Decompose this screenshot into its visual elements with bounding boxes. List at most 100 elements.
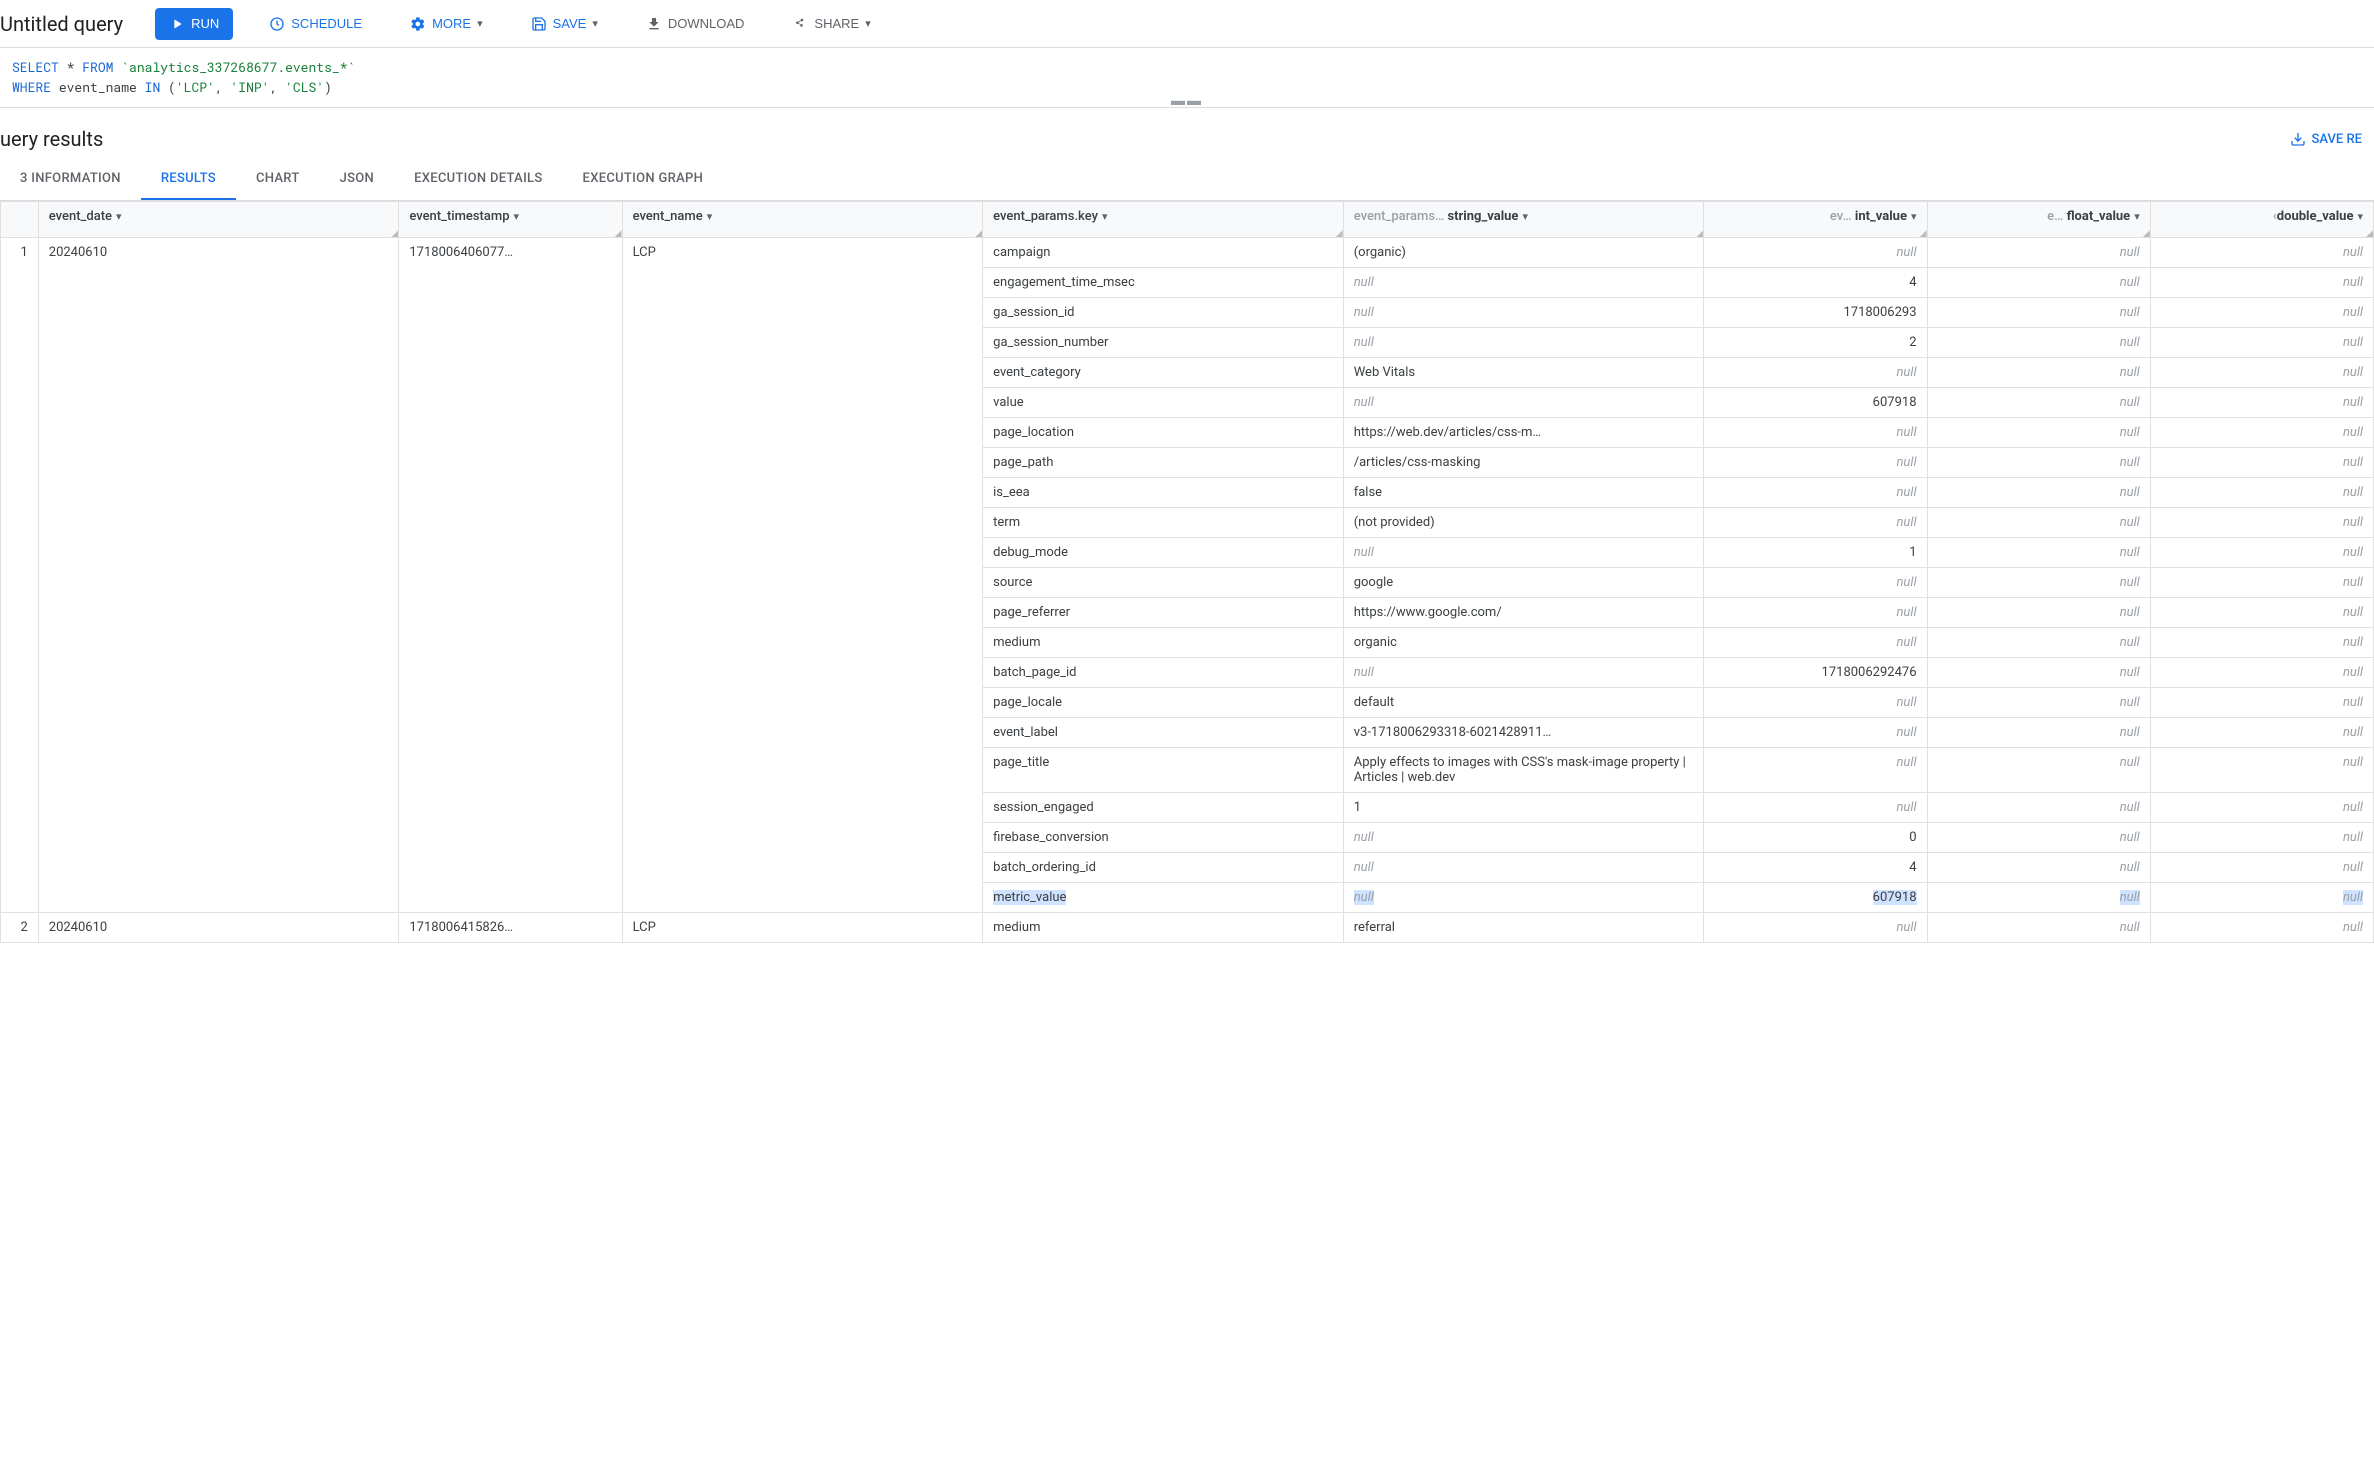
play-icon (169, 16, 185, 32)
chevron-down-icon[interactable]: ▾ (116, 210, 122, 223)
chevron-down-icon[interactable]: ▾ (514, 210, 520, 223)
cell-double-value: null (2150, 853, 2373, 883)
cell-int-value: 4 (1704, 853, 1927, 883)
resize-handle-icon[interactable]: ◢ (975, 231, 982, 237)
cell-key: engagement_time_msec (983, 268, 1344, 298)
cell-string-value: null (1343, 298, 1704, 328)
results-header: uery results SAVE RE (0, 111, 2374, 159)
cell-event-date: 20240610 (38, 913, 399, 943)
cell-double-value: null (2150, 628, 2373, 658)
cell-double-value: null (2150, 388, 2373, 418)
cell-int-value: null (1704, 418, 1927, 448)
cell-double-value: null (2150, 793, 2373, 823)
cell-float-value: null (1927, 448, 2150, 478)
cell-int-value: null (1704, 448, 1927, 478)
share-label: SHARE (814, 16, 859, 31)
col-rownum[interactable] (1, 202, 39, 238)
share-icon (792, 16, 808, 32)
tab-json[interactable]: JSON (320, 159, 394, 200)
cell-float-value: null (1927, 538, 2150, 568)
tab-chart[interactable]: CHART (236, 159, 320, 200)
cell-int-value: null (1704, 598, 1927, 628)
cell-key: ga_session_number (983, 328, 1344, 358)
cell-string-value: /articles/css-masking (1343, 448, 1704, 478)
share-button[interactable]: SHARE ▾ (780, 10, 882, 38)
resize-handle-icon[interactable]: ◢ (391, 231, 398, 237)
cell-double-value: null (2150, 658, 2373, 688)
cell-float-value: null (1927, 913, 2150, 943)
col-event-date[interactable]: event_date ▾◢ (38, 202, 399, 238)
tab-execution-details[interactable]: EXECUTION DETAILS (394, 159, 562, 200)
col-string-value[interactable]: event_params… string_value ▾◢ (1343, 202, 1704, 238)
cell-double-value: null (2150, 478, 2373, 508)
cell-float-value: null (1927, 658, 2150, 688)
cell-string-value: null (1343, 658, 1704, 688)
run-button[interactable]: RUN (155, 8, 233, 40)
query-title: Untitled query (0, 12, 123, 36)
cell-string-value: default (1343, 688, 1704, 718)
download-button[interactable]: DOWNLOAD (634, 10, 757, 38)
chevron-down-icon[interactable]: ▾ (1522, 210, 1528, 223)
cell-string-value: null (1343, 823, 1704, 853)
col-event-timestamp[interactable]: event_timestamp ▾◢ (399, 202, 622, 238)
cell-int-value: null (1704, 628, 1927, 658)
cell-double-value: null (2150, 748, 2373, 793)
cell-event-timestamp: 1718006406077… (399, 238, 622, 913)
cell-string-value: null (1343, 388, 1704, 418)
cell-float-value: null (1927, 268, 2150, 298)
more-button[interactable]: MORE ▾ (398, 10, 495, 38)
run-label: RUN (191, 16, 219, 31)
results-table: event_date ▾◢ event_timestamp ▾◢ event_n… (0, 201, 2374, 943)
chevron-down-icon[interactable]: ▾ (707, 210, 713, 223)
cell-string-value: null (1343, 268, 1704, 298)
cell-double-value: null (2150, 328, 2373, 358)
cell-int-value: 607918 (1704, 883, 1927, 913)
cell-double-value: null (2150, 538, 2373, 568)
save-results-button[interactable]: SAVE RE (2290, 131, 2362, 147)
resize-handle-icon[interactable]: ◢ (1920, 231, 1927, 237)
cell-int-value: 2 (1704, 328, 1927, 358)
cell-int-value: 1718006293 (1704, 298, 1927, 328)
resize-handle-icon[interactable]: ◢ (1336, 231, 1343, 237)
cell-key: event_label (983, 718, 1344, 748)
schedule-button[interactable]: SCHEDULE (257, 10, 374, 38)
resize-handle-icon[interactable]: ◢ (2366, 231, 2373, 237)
cell-int-value: 1 (1704, 538, 1927, 568)
col-event-params-key[interactable]: event_params.key ▾◢ (983, 202, 1344, 238)
cell-double-value: null (2150, 358, 2373, 388)
resize-handle-icon[interactable]: ◢ (1696, 231, 1703, 237)
cell-float-value: null (1927, 568, 2150, 598)
chevron-down-icon[interactable]: ▾ (2357, 210, 2363, 223)
cell-double-value: null (2150, 418, 2373, 448)
cell-float-value: null (1927, 598, 2150, 628)
cell-float-value: null (1927, 853, 2150, 883)
cell-double-value: null (2150, 448, 2373, 478)
tab-results[interactable]: RESULTS (141, 159, 236, 200)
cell-int-value: null (1704, 793, 1927, 823)
col-event-name[interactable]: event_name ▾◢ (622, 202, 983, 238)
tab-job-information[interactable]: 3 INFORMATION (0, 159, 141, 200)
cell-int-value: null (1704, 478, 1927, 508)
resize-handle-icon[interactable]: ◢ (615, 231, 622, 237)
save-button[interactable]: SAVE ▾ (519, 10, 610, 38)
tab-execution-graph[interactable]: EXECUTION GRAPH (563, 159, 724, 200)
cell-int-value: 1718006292476 (1704, 658, 1927, 688)
cell-key: page_locale (983, 688, 1344, 718)
chevron-down-icon[interactable]: ▾ (2134, 210, 2140, 223)
cell-float-value: null (1927, 628, 2150, 658)
col-double-value[interactable]: ‹double_value ▾◢ (2150, 202, 2373, 238)
chevron-down-icon[interactable]: ▾ (1102, 210, 1108, 223)
cell-string-value: null (1343, 328, 1704, 358)
cell-key: term (983, 508, 1344, 538)
resize-handle-icon[interactable]: ◢ (2143, 231, 2150, 237)
col-float-value[interactable]: e… float_value ▾◢ (1927, 202, 2150, 238)
cell-float-value: null (1927, 793, 2150, 823)
cell-key: medium (983, 628, 1344, 658)
sql-editor[interactable]: SELECT * FROM `analytics_337268677.event… (0, 48, 2374, 108)
chevron-down-icon[interactable]: ▾ (1911, 210, 1917, 223)
cell-int-value: null (1704, 718, 1927, 748)
col-int-value[interactable]: ev… int_value ▾◢ (1704, 202, 1927, 238)
cell-key: event_category (983, 358, 1344, 388)
cell-key: page_referrer (983, 598, 1344, 628)
chevron-down-icon: ▾ (592, 17, 598, 30)
